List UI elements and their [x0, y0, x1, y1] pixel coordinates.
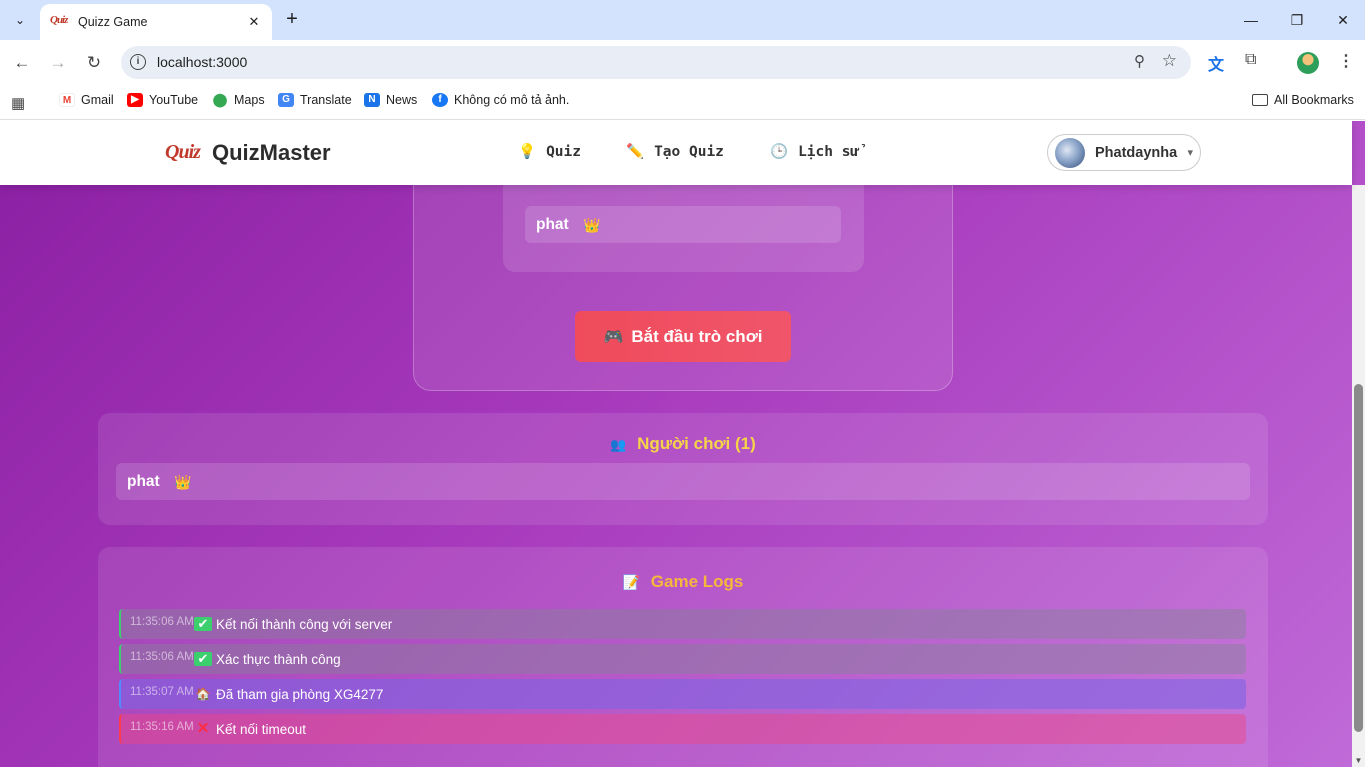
quiz-logo-icon[interactable]: Quiz: [165, 141, 201, 164]
browser-toolbar: ← → ↻ i localhost:3000 ⚲ ☆ 文 ⧉ ⋮: [0, 40, 1365, 85]
maps-icon: ⬤: [212, 92, 228, 107]
player-name: phat: [127, 473, 160, 490]
zoom-icon[interactable]: ⚲: [1134, 52, 1145, 70]
players-panel-title: 👥 Người chơi (1): [98, 434, 1268, 454]
folder-icon: [1252, 94, 1268, 106]
memo-icon: 📝: [622, 574, 641, 590]
crown-icon: 👑: [174, 474, 192, 490]
log-entry: 11:35:06 AM ✔ Kết nối thành công với ser…: [119, 609, 1246, 639]
log-text: Kết nối thành công với server: [216, 616, 393, 632]
nav-label: Tạo Quiz: [654, 143, 724, 160]
apps-grid-icon[interactable]: ▦: [11, 94, 25, 112]
url-text[interactable]: localhost:3000: [157, 54, 247, 70]
translate-icon: G: [278, 93, 294, 107]
bookmark-facebook[interactable]: f Không có mô tả ảnh.: [432, 93, 569, 107]
new-tab-button[interactable]: +: [280, 8, 304, 32]
crown-icon: 👑: [583, 217, 601, 233]
bookmarks-bar: ▦ M Gmail ▶ YouTube ⬤ Maps G Translate N…: [0, 85, 1365, 120]
log-entry: 11:35:06 AM ✔ Xác thực thành công: [119, 644, 1246, 674]
log-time: 11:35:07 AM: [130, 686, 194, 698]
page-scrollbar[interactable]: ▼: [1352, 185, 1365, 767]
chevron-down-icon: ▾: [1187, 147, 1193, 159]
facebook-icon: f: [432, 93, 448, 107]
log-entry: 11:35:07 AM 🏠 Đã tham gia phòng XG4277: [119, 679, 1246, 709]
log-text: Đã tham gia phòng XG4277: [216, 686, 384, 702]
scrollbar-thumb[interactable]: [1354, 384, 1363, 732]
start-game-button[interactable]: 🎮 Bắt đầu trò chơi: [575, 311, 791, 362]
logs-panel-title: 📝 Game Logs: [98, 572, 1268, 592]
youtube-icon: ▶: [127, 93, 143, 107]
player-name: phat: [536, 216, 569, 233]
list-item: phat 👑: [525, 206, 841, 243]
clock-icon: 🕒: [770, 144, 789, 160]
gamepad-icon: 🎮: [603, 328, 624, 346]
start-game-label: Bắt đầu trò chơi: [631, 326, 763, 346]
forward-button[interactable]: →: [45, 50, 71, 76]
menu-kebab-icon[interactable]: ⋮: [1338, 51, 1354, 71]
log-time: 11:35:06 AM: [130, 616, 194, 628]
avatar: [1055, 138, 1085, 168]
address-bar[interactable]: i localhost:3000 ⚲ ☆: [121, 46, 1191, 79]
back-button[interactable]: ←: [9, 50, 35, 76]
close-window-button[interactable]: ✕: [1331, 8, 1355, 32]
browser-tab[interactable]: Quiz Quizz Game ✕: [40, 4, 272, 40]
lightbulb-icon: 💡: [518, 144, 537, 160]
bookmark-label: Translate: [300, 93, 352, 107]
gmail-icon: M: [59, 93, 75, 107]
log-entry: 11:35:16 AM ✕ Kết nối timeout: [119, 714, 1246, 744]
all-bookmarks-label: All Bookmarks: [1274, 93, 1354, 107]
all-bookmarks-button[interactable]: All Bookmarks: [1252, 93, 1354, 107]
nav-create-quiz[interactable]: ✏️ Tạo Quiz: [626, 143, 724, 161]
nav-history[interactable]: 🕒 Lịch sử: [770, 143, 860, 161]
check-icon: ✔: [194, 617, 212, 631]
nav-quiz[interactable]: 💡 Quiz: [518, 143, 581, 161]
tab-title: Quizz Game: [78, 15, 148, 29]
brand-name[interactable]: QuizMaster: [212, 140, 331, 166]
logs-title-text: Game Logs: [650, 572, 744, 591]
scroll-down-icon[interactable]: ▼: [1352, 756, 1365, 765]
players-title-text: Người chơi (1): [637, 434, 756, 453]
log-time: 11:35:16 AM: [130, 721, 194, 733]
bookmark-translate[interactable]: G Translate: [278, 93, 352, 107]
bookmark-label: Gmail: [81, 93, 114, 107]
list-item: phat 👑: [116, 463, 1250, 500]
players-panel: 👥 Người chơi (1) phat 👑: [98, 413, 1268, 525]
reload-button[interactable]: ↻: [81, 50, 107, 76]
bookmark-youtube[interactable]: ▶ YouTube: [127, 93, 198, 107]
browser-profile-avatar[interactable]: [1297, 52, 1319, 74]
translate-page-icon[interactable]: 文: [1208, 51, 1224, 75]
bookmark-label: News: [386, 93, 418, 107]
app-navbar: Quiz QuizMaster 💡 Quiz ✏️ Tạo Quiz 🕒 Lịc…: [0, 121, 1352, 185]
bookmark-news[interactable]: N News: [364, 93, 417, 107]
bookmark-label: Maps: [234, 93, 265, 107]
tab-close-icon[interactable]: ✕: [246, 14, 262, 30]
extensions-icon[interactable]: ⧉: [1245, 51, 1256, 69]
log-time: 11:35:06 AM: [130, 651, 194, 663]
game-logs-panel: 📝 Game Logs 11:35:06 AM ✔ Kết nối thành …: [98, 547, 1268, 767]
news-icon: N: [364, 93, 380, 107]
browser-tab-strip: ⌄ Quiz Quizz Game ✕ + — ❐ ✕: [0, 0, 1365, 40]
nav-label: Quiz: [546, 143, 581, 160]
bookmark-label: Không có mô tả ảnh.: [454, 93, 570, 107]
user-name: Phatdaynha: [1095, 145, 1178, 161]
check-icon: ✔: [194, 652, 212, 666]
bookmark-gmail[interactable]: M Gmail: [59, 93, 114, 107]
bookmark-maps[interactable]: ⬤ Maps: [212, 92, 265, 108]
restore-button[interactable]: ❐: [1285, 8, 1309, 32]
tab-search-button[interactable]: ⌄: [6, 7, 34, 33]
bookmark-label: YouTube: [149, 93, 199, 107]
log-text: Kết nối timeout: [216, 721, 307, 737]
user-menu[interactable]: Phatdaynha ▾: [1047, 134, 1201, 171]
bookmark-star-icon[interactable]: ☆: [1162, 51, 1177, 71]
log-text: Xác thực thành công: [216, 651, 341, 667]
users-icon: 👥: [610, 437, 627, 452]
pencil-icon: ✏️: [626, 144, 645, 160]
minimize-button[interactable]: —: [1239, 8, 1263, 32]
cross-icon: ✕: [196, 720, 210, 737]
site-info-icon[interactable]: i: [130, 54, 146, 70]
quiz-favicon-icon: Quiz: [50, 14, 68, 26]
app-viewport: Quiz QuizMaster 💡 Quiz ✏️ Tạo Quiz 🕒 Lịc…: [0, 121, 1365, 767]
nav-label: Lịch sử: [798, 143, 860, 160]
house-icon: 🏠: [195, 687, 211, 701]
